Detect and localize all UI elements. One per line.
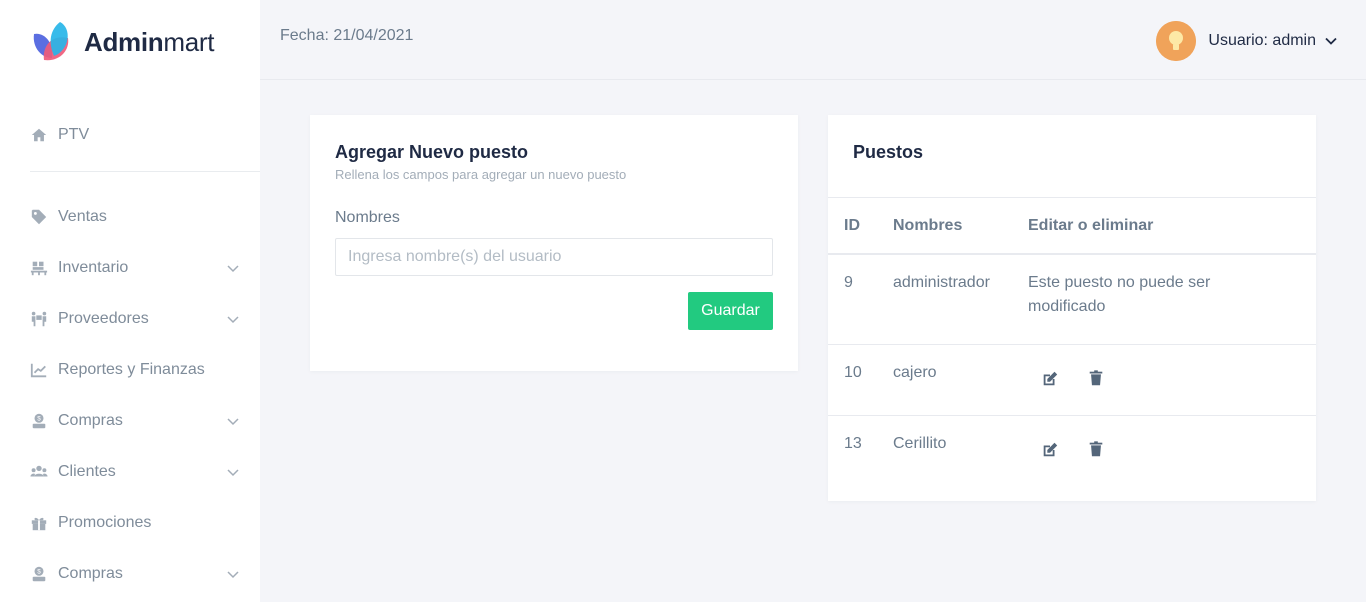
chart-line-icon [30, 361, 48, 379]
sidebar-item-label: Clientes [58, 463, 116, 480]
sidebar-item-label: Reportes y Finanzas [58, 361, 205, 378]
column-header-id: ID [844, 217, 860, 234]
sidebar-item-reportes[interactable]: Reportes y Finanzas [30, 355, 240, 385]
svg-text:$: $ [37, 416, 41, 423]
sidebar-item-ventas[interactable]: Ventas [30, 202, 240, 232]
sidebar-item-compras-2[interactable]: $ Compras [30, 559, 240, 589]
user-menu[interactable]: Usuario: admin [1156, 21, 1338, 61]
card-subtitle: Rellena los campos para agregar un nuevo… [335, 167, 627, 182]
sidebar-item-compras[interactable]: $ Compras [30, 406, 240, 436]
user-label: Usuario: admin [1208, 32, 1316, 49]
chevron-down-icon [1325, 37, 1337, 45]
edit-icon[interactable] [1040, 440, 1060, 460]
brand-name: Adminmart [84, 26, 215, 57]
column-header-actions: Editar o eliminar [1028, 217, 1154, 234]
cell-name: Cerillito [893, 435, 947, 452]
sidebar-item-label: Compras [58, 412, 123, 429]
positions-card: Puestos ID Nombres Editar o eliminar 9 a… [828, 115, 1316, 501]
sidebar-item-label: PTV [58, 126, 90, 143]
logo-mark-icon [30, 20, 76, 64]
cell-note: Este puesto no puede ser modificado [1028, 274, 1211, 315]
current-date: Fecha: 21/04/2021 [280, 27, 414, 44]
sidebar-divider [30, 171, 260, 172]
table-row: 10 cajero [828, 345, 1316, 416]
pallet-icon [30, 259, 48, 277]
cell-id: 10 [844, 364, 862, 381]
chevron-down-icon [227, 418, 239, 426]
sidebar-item-label: Compras [58, 565, 123, 582]
users-icon [30, 463, 48, 481]
names-input[interactable] [335, 238, 773, 276]
sidebar-item-label: Promociones [58, 514, 152, 531]
chevron-down-icon [227, 571, 239, 579]
add-position-card: Agregar Nuevo puesto Rellena los campos … [310, 115, 798, 371]
cell-name: administrador [893, 274, 990, 291]
sidebar-item-label: Proveedores [58, 310, 149, 327]
chevron-down-icon [227, 316, 239, 324]
table-row: 13 Cerillito [828, 416, 1316, 486]
sidebar-item-label: Inventario [58, 259, 129, 276]
brand-logo[interactable]: Adminmart [30, 20, 215, 64]
card-title: Agregar Nuevo puesto [335, 142, 529, 162]
trash-icon[interactable] [1086, 439, 1106, 459]
lightbulb-icon [1156, 21, 1197, 61]
cash-register-icon: $ [30, 565, 48, 583]
edit-icon[interactable] [1040, 369, 1060, 389]
svg-text:$: $ [37, 569, 41, 576]
table-header: ID Nombres Editar o eliminar [828, 197, 1316, 255]
chevron-down-icon [227, 265, 239, 273]
avatar [1156, 21, 1197, 61]
sidebar-item-proveedores[interactable]: Proveedores [30, 304, 240, 334]
cell-name: cajero [893, 364, 937, 381]
sidebar-item-label: Ventas [58, 208, 107, 225]
sidebar-item-promociones[interactable]: Promociones [30, 508, 240, 538]
cell-id: 13 [844, 435, 862, 452]
tag-icon [30, 208, 48, 226]
sidebar-item-ptv[interactable]: PTV [30, 120, 240, 150]
sidebar: Adminmart PTV Ventas Inventario Proveedo… [0, 0, 260, 602]
save-button[interactable]: Guardar [688, 292, 773, 330]
cash-register-icon: $ [30, 412, 48, 430]
chevron-down-icon [227, 469, 239, 477]
sidebar-item-clientes[interactable]: Clientes [30, 457, 240, 487]
home-icon [30, 126, 48, 144]
sidebar-item-inventario[interactable]: Inventario [30, 253, 240, 283]
trash-icon[interactable] [1086, 368, 1106, 388]
table-row: 9 administrador Este puesto no puede ser… [828, 255, 1316, 345]
column-header-names: Nombres [893, 217, 963, 234]
topbar: Fecha: 21/04/2021 Usuario: admin [260, 0, 1366, 80]
cell-id: 9 [844, 274, 853, 291]
gift-icon [30, 514, 48, 532]
names-label: Nombres [335, 209, 400, 226]
people-carry-icon [30, 310, 48, 328]
card-title: Puestos [853, 142, 924, 162]
